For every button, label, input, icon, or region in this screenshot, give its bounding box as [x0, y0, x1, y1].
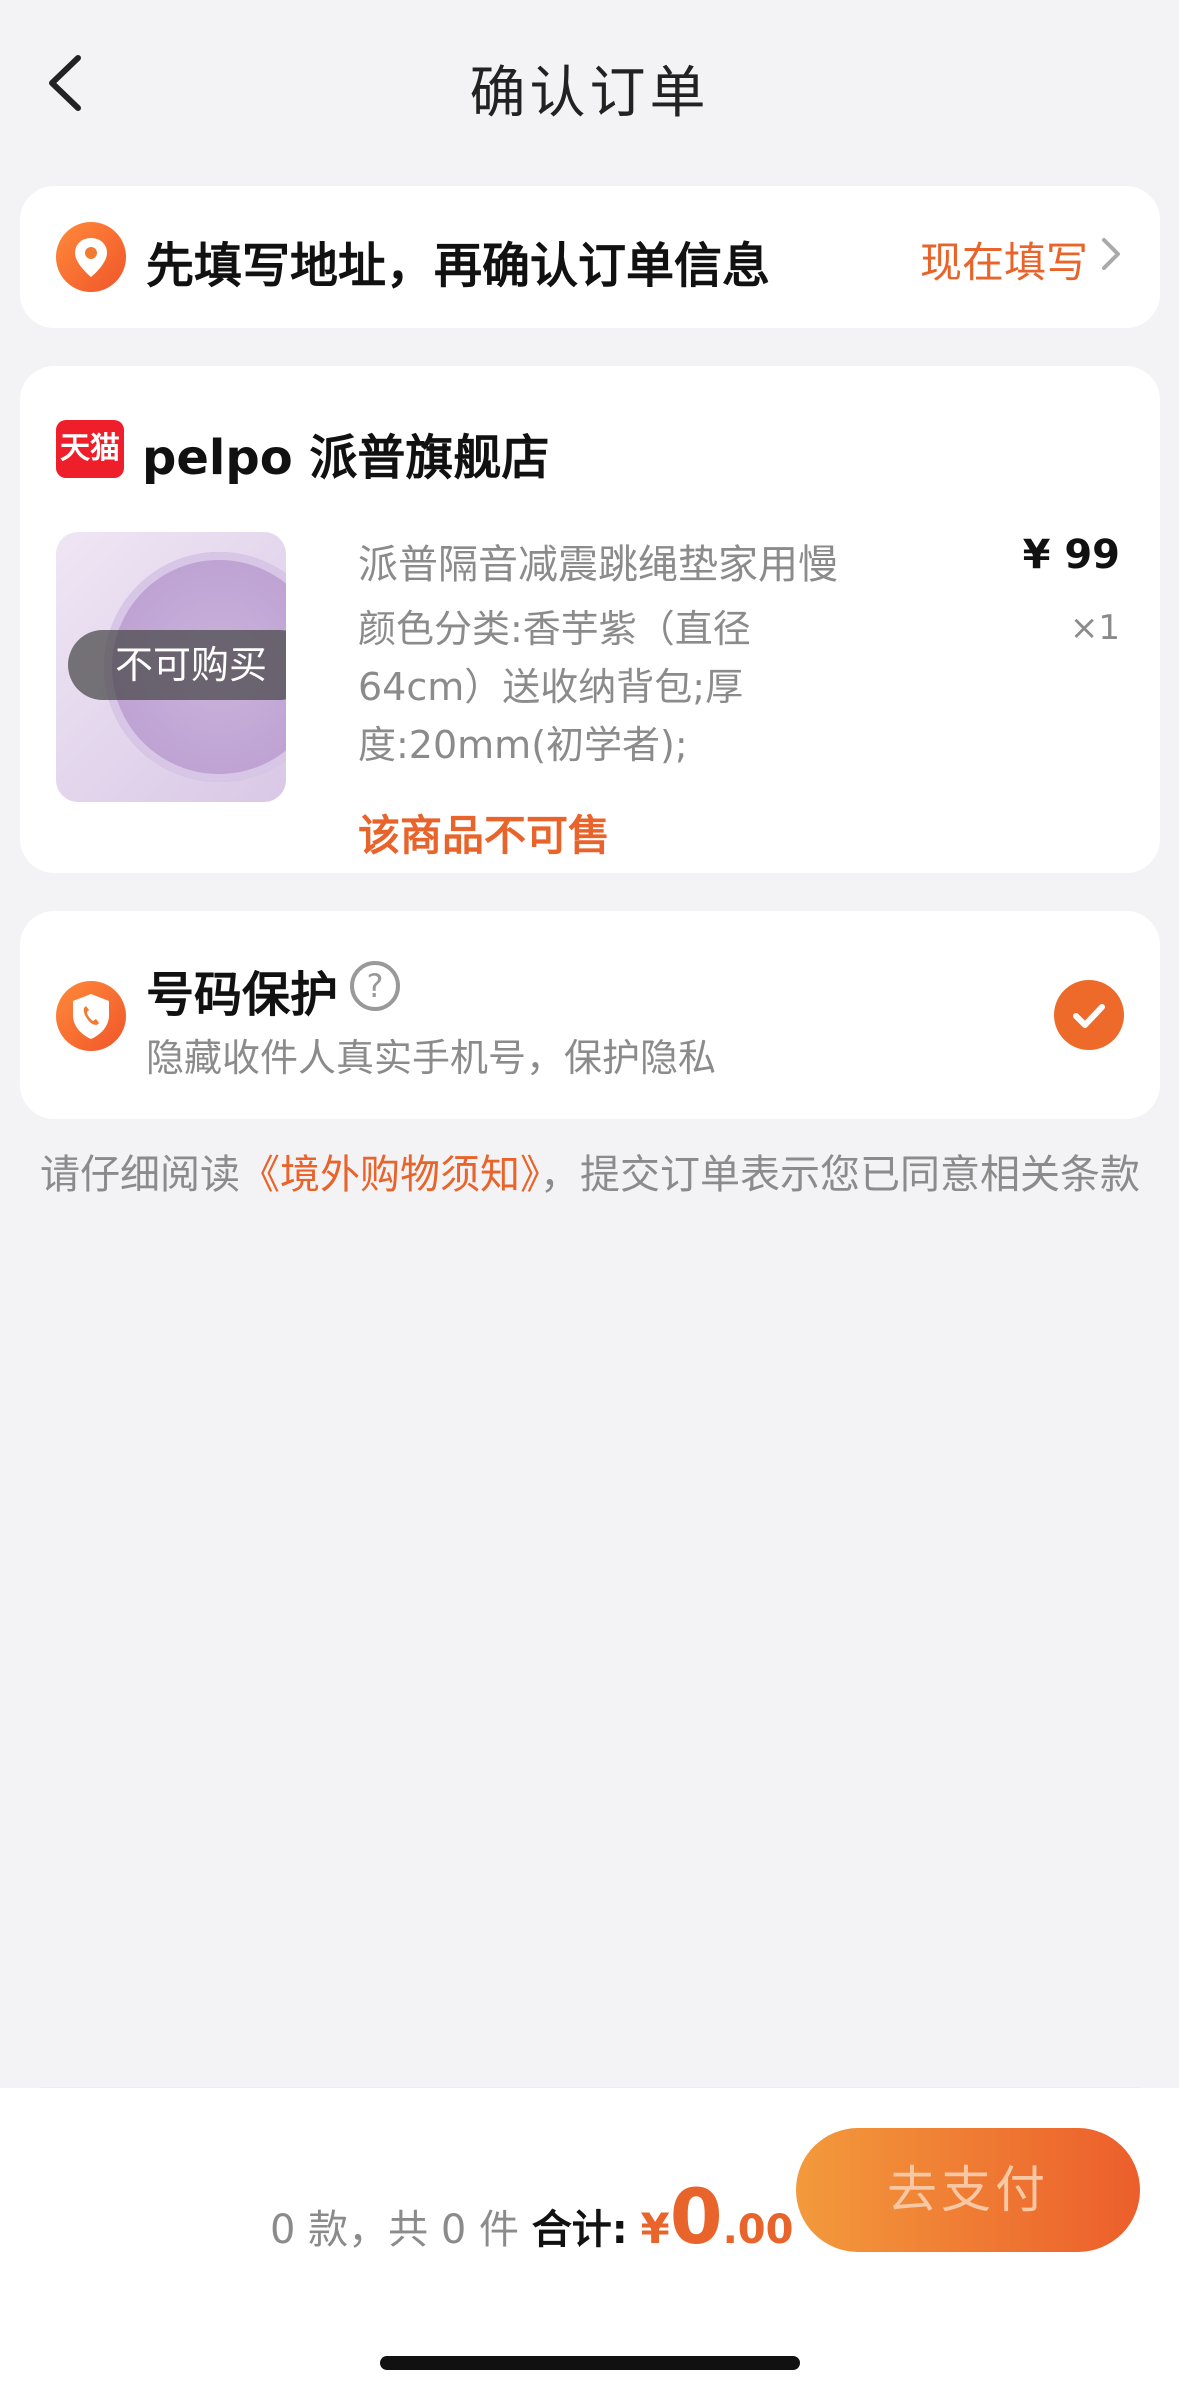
location-pin-icon	[56, 222, 126, 292]
phone-shield-icon	[56, 981, 126, 1051]
shop-card: 天猫 pelpo 派普旗舰店 不可购买 派普隔音减震跳绳垫家用慢 颜色分类:香芋…	[20, 366, 1160, 873]
protection-subtitle: 隐藏收件人真实手机号，保护隐私	[146, 1036, 717, 1080]
product-spec: 颜色分类:香芋紫（直径 64cm）送收纳背包;厚度:20mm(初学者);	[358, 607, 751, 767]
checkmark-icon	[1073, 1004, 1105, 1028]
home-indicator[interactable]	[380, 2356, 800, 2370]
product-thumbnail[interactable]: 不可购买	[56, 532, 286, 802]
product-quantity: ×1	[1069, 608, 1120, 648]
total-label: 合计:	[531, 2207, 628, 2253]
total-amount: 0	[669, 2172, 723, 2261]
page-title: 确认订单	[469, 61, 710, 126]
total-currency: ¥	[640, 2204, 670, 2253]
notice-suffix: ，提交订单表示您已同意相关条款	[540, 1152, 1140, 1198]
product-title[interactable]: 派普隔音减震跳绳垫家用慢	[358, 532, 838, 590]
help-icon[interactable]: ?	[350, 961, 400, 1011]
purchase-notice: 请仔细阅读《境外购物须知》，提交订单表示您已同意相关条款	[40, 1146, 1140, 1204]
pay-button[interactable]: 去支付	[796, 2128, 1140, 2252]
shop-name[interactable]: pelpo 派普旗舰店	[142, 418, 549, 488]
fill-address-link[interactable]: 现在填写	[920, 229, 1088, 290]
overseas-shopping-terms-link[interactable]: 《境外购物须知》	[240, 1152, 540, 1198]
address-prompt: 先填写地址，再确认订单信息	[146, 238, 771, 294]
product-status: 该商品不可售	[358, 811, 611, 860]
number-protection-card: 号码保护 ? 隐藏收件人真实手机号，保护隐私	[20, 911, 1160, 1119]
tmall-logo: 天猫	[56, 420, 124, 478]
address-card[interactable]: 先填写地址，再确认订单信息 现在填写	[20, 186, 1160, 328]
protection-checkbox[interactable]	[1054, 980, 1124, 1050]
notice-prefix: 请仔细阅读	[40, 1152, 240, 1198]
item-count: 0 款，共 0 件	[270, 2207, 520, 2253]
product-price: ¥ 99	[1022, 532, 1120, 578]
order-summary: 0 款，共 0 件 合计: ¥0.00	[270, 2172, 793, 2261]
checkout-bar: 0 款，共 0 件 合计: ¥0.00 去支付	[0, 2088, 1179, 2396]
chevron-right-icon	[1102, 238, 1120, 270]
protection-title: 号码保护	[146, 967, 339, 1023]
unavailable-overlay: 不可购买	[68, 630, 286, 700]
total-decimal: .00	[722, 2207, 794, 2253]
